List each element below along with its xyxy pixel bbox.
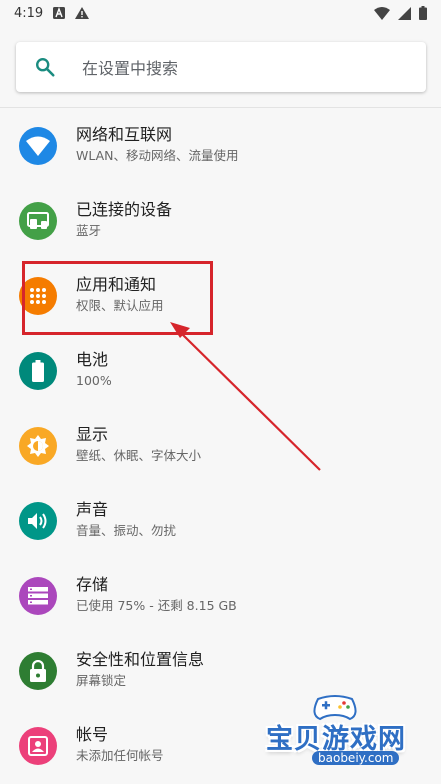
settings-item-sound[interactable]: 声音 音量、振动、勿扰 xyxy=(0,483,441,558)
settings-item-battery[interactable]: 电池 100% xyxy=(0,333,441,408)
item-title: 已连接的设备 xyxy=(76,200,173,219)
icon-bg xyxy=(19,577,57,615)
icon-bg xyxy=(19,502,57,540)
settings-item-storage[interactable]: 存储 已使用 75% - 还剩 8.15 GB xyxy=(0,558,441,633)
watermark-url: baobeiy.com xyxy=(312,751,400,765)
item-title: 声音 xyxy=(76,500,109,519)
icon-bg xyxy=(19,352,57,390)
search-placeholder: 在设置中搜索 xyxy=(82,59,179,78)
settings-list: 网络和互联网 WLAN、移动网络、流量使用 已连接的设备 蓝牙 应用和通知 权限… xyxy=(0,108,441,783)
item-title: 存储 xyxy=(76,575,109,594)
highlight-box xyxy=(22,261,213,335)
battery-icon xyxy=(32,360,44,382)
warning-icon xyxy=(75,7,90,19)
lock-icon xyxy=(30,660,46,682)
item-subtitle: 蓝牙 xyxy=(76,223,102,238)
status-time: 4:19 xyxy=(14,5,44,21)
icon-bg xyxy=(19,127,57,165)
search-icon xyxy=(36,58,55,77)
battery-status-icon xyxy=(419,6,427,20)
item-subtitle: 屏幕锁定 xyxy=(76,673,127,688)
brightness-icon xyxy=(27,435,49,457)
item-subtitle: 音量、振动、勿扰 xyxy=(76,523,177,538)
wifi-icon xyxy=(26,136,50,156)
search-bar[interactable]: 在设置中搜索 xyxy=(16,42,426,92)
cell-signal-icon xyxy=(398,6,411,20)
icon-bg xyxy=(19,652,57,690)
status-bar: 4:19 xyxy=(0,0,441,26)
item-subtitle: 100% xyxy=(76,373,112,388)
account-icon xyxy=(28,736,48,756)
wifi-signal-icon xyxy=(374,6,390,20)
settings-item-display[interactable]: 显示 壁纸、休眠、字体大小 xyxy=(0,408,441,483)
item-title: 电池 xyxy=(76,350,109,369)
item-subtitle: 未添加任何帐号 xyxy=(76,748,164,763)
item-title: 网络和互联网 xyxy=(76,125,173,144)
item-subtitle: 壁纸、休眠、字体大小 xyxy=(76,448,202,463)
volume-icon xyxy=(28,513,47,529)
item-subtitle: 已使用 75% - 还剩 8.15 GB xyxy=(76,598,237,613)
item-title: 安全性和位置信息 xyxy=(76,650,205,669)
icon-bg xyxy=(19,427,57,465)
notification-a-icon xyxy=(53,7,66,19)
item-title: 显示 xyxy=(76,425,109,444)
watermark: 宝贝游戏网 baobeiy.com xyxy=(262,693,437,773)
storage-icon xyxy=(28,587,48,605)
devices-icon xyxy=(27,212,49,229)
icon-bg xyxy=(19,727,57,765)
icon-bg xyxy=(19,202,57,240)
settings-item-connected-devices[interactable]: 已连接的设备 蓝牙 xyxy=(0,183,441,258)
item-title: 帐号 xyxy=(76,725,109,744)
settings-item-network[interactable]: 网络和互联网 WLAN、移动网络、流量使用 xyxy=(0,108,441,183)
item-subtitle: WLAN、移动网络、流量使用 xyxy=(76,148,239,163)
